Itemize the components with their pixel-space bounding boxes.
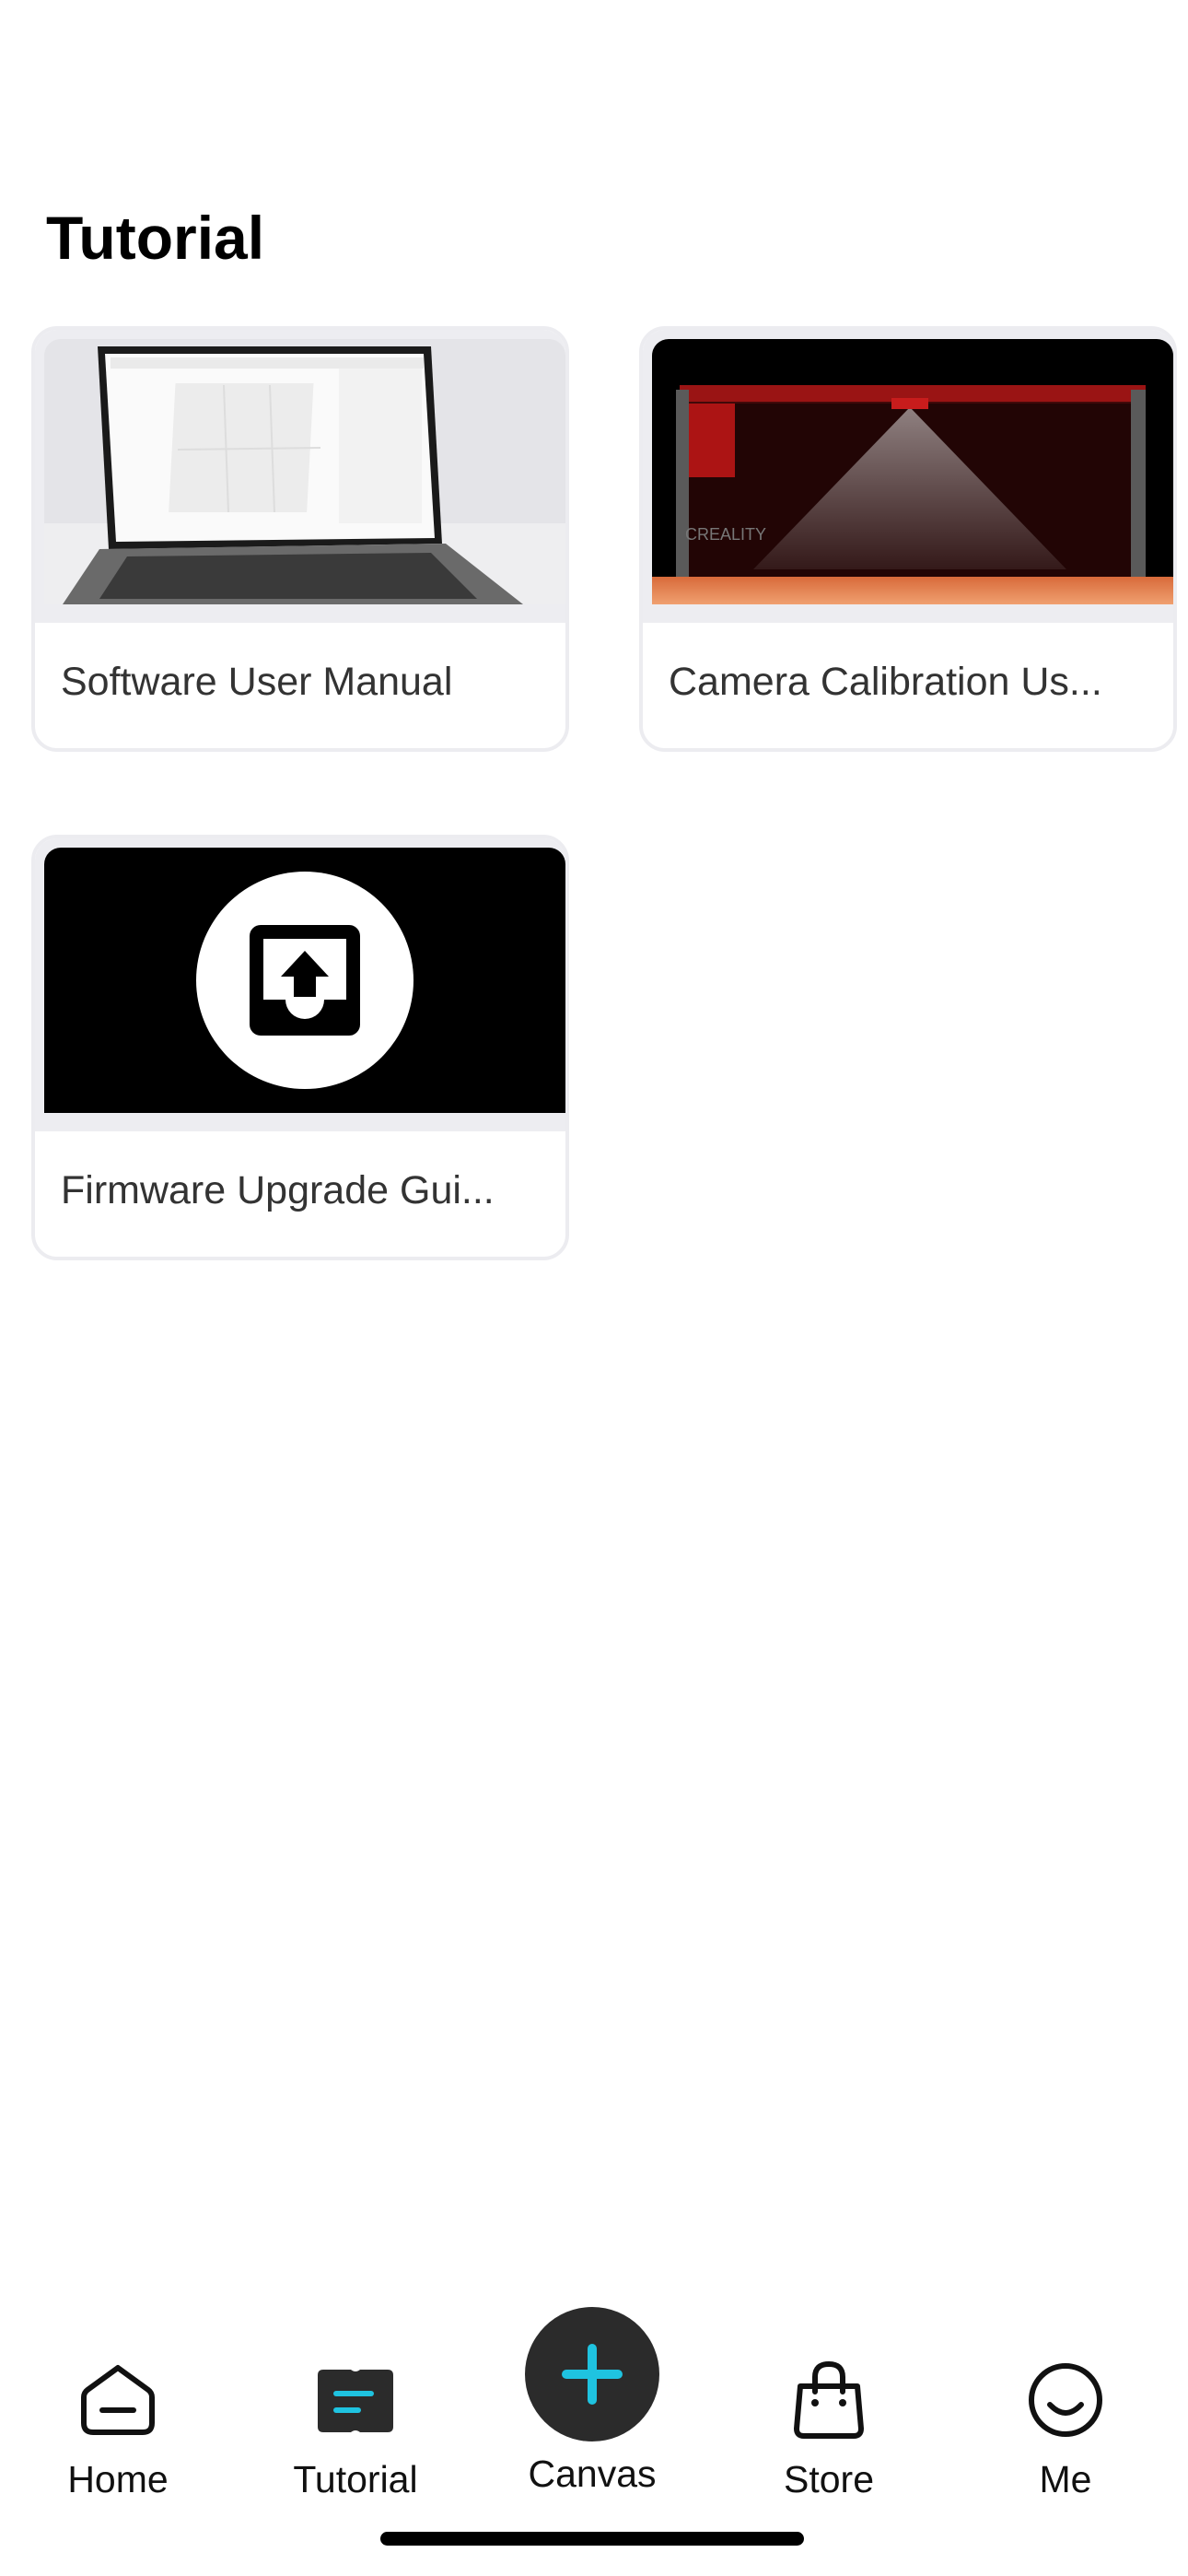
svg-text:CREALITY: CREALITY	[685, 525, 766, 544]
tab-store-label: Store	[784, 2458, 874, 2500]
card-thumbnail-frame: CREALITY	[643, 330, 1173, 623]
laptop-thumbnail	[44, 339, 565, 604]
smile-icon	[1024, 2359, 1107, 2441]
tutorial-card-label: Software User Manual	[61, 660, 453, 704]
tutorial-card-software-user-manual[interactable]: Software User Manual	[31, 326, 569, 752]
laser-engraver-thumbnail: CREALITY	[652, 339, 1173, 604]
tab-canvas[interactable]: Canvas	[491, 2294, 693, 2524]
tutorial-card-camera-calibration[interactable]: CREALITY Camera Calibration Us...	[639, 326, 1177, 752]
tab-canvas-label: Canvas	[528, 2453, 657, 2495]
tutorial-card-label: Firmware Upgrade Gui...	[61, 1168, 495, 1212]
tab-me-label: Me	[1039, 2458, 1092, 2500]
tab-tutorial[interactable]: Tutorial	[254, 2294, 457, 2524]
tab-home-label: Home	[67, 2458, 169, 2500]
tutorial-card-firmware-upgrade[interactable]: Firmware Upgrade Gui...	[31, 835, 569, 1260]
plus-icon	[562, 2344, 623, 2405]
card-thumbnail-frame	[35, 838, 565, 1131]
home-icon	[76, 2359, 159, 2441]
tab-me[interactable]: Me	[964, 2294, 1167, 2524]
tutorial-card-label: Camera Calibration Us...	[669, 660, 1102, 704]
tab-tutorial-label: Tutorial	[293, 2458, 418, 2500]
canvas-add-button[interactable]	[525, 2307, 659, 2441]
shopping-bag-icon	[787, 2359, 870, 2441]
card-thumbnail-frame	[35, 330, 565, 623]
tab-home[interactable]: Home	[17, 2294, 219, 2524]
book-icon	[314, 2359, 397, 2441]
tab-store[interactable]: Store	[728, 2294, 930, 2524]
firmware-thumbnail	[44, 848, 565, 1113]
page-title: Tutorial	[46, 204, 265, 272]
home-indicator	[380, 2532, 804, 2546]
